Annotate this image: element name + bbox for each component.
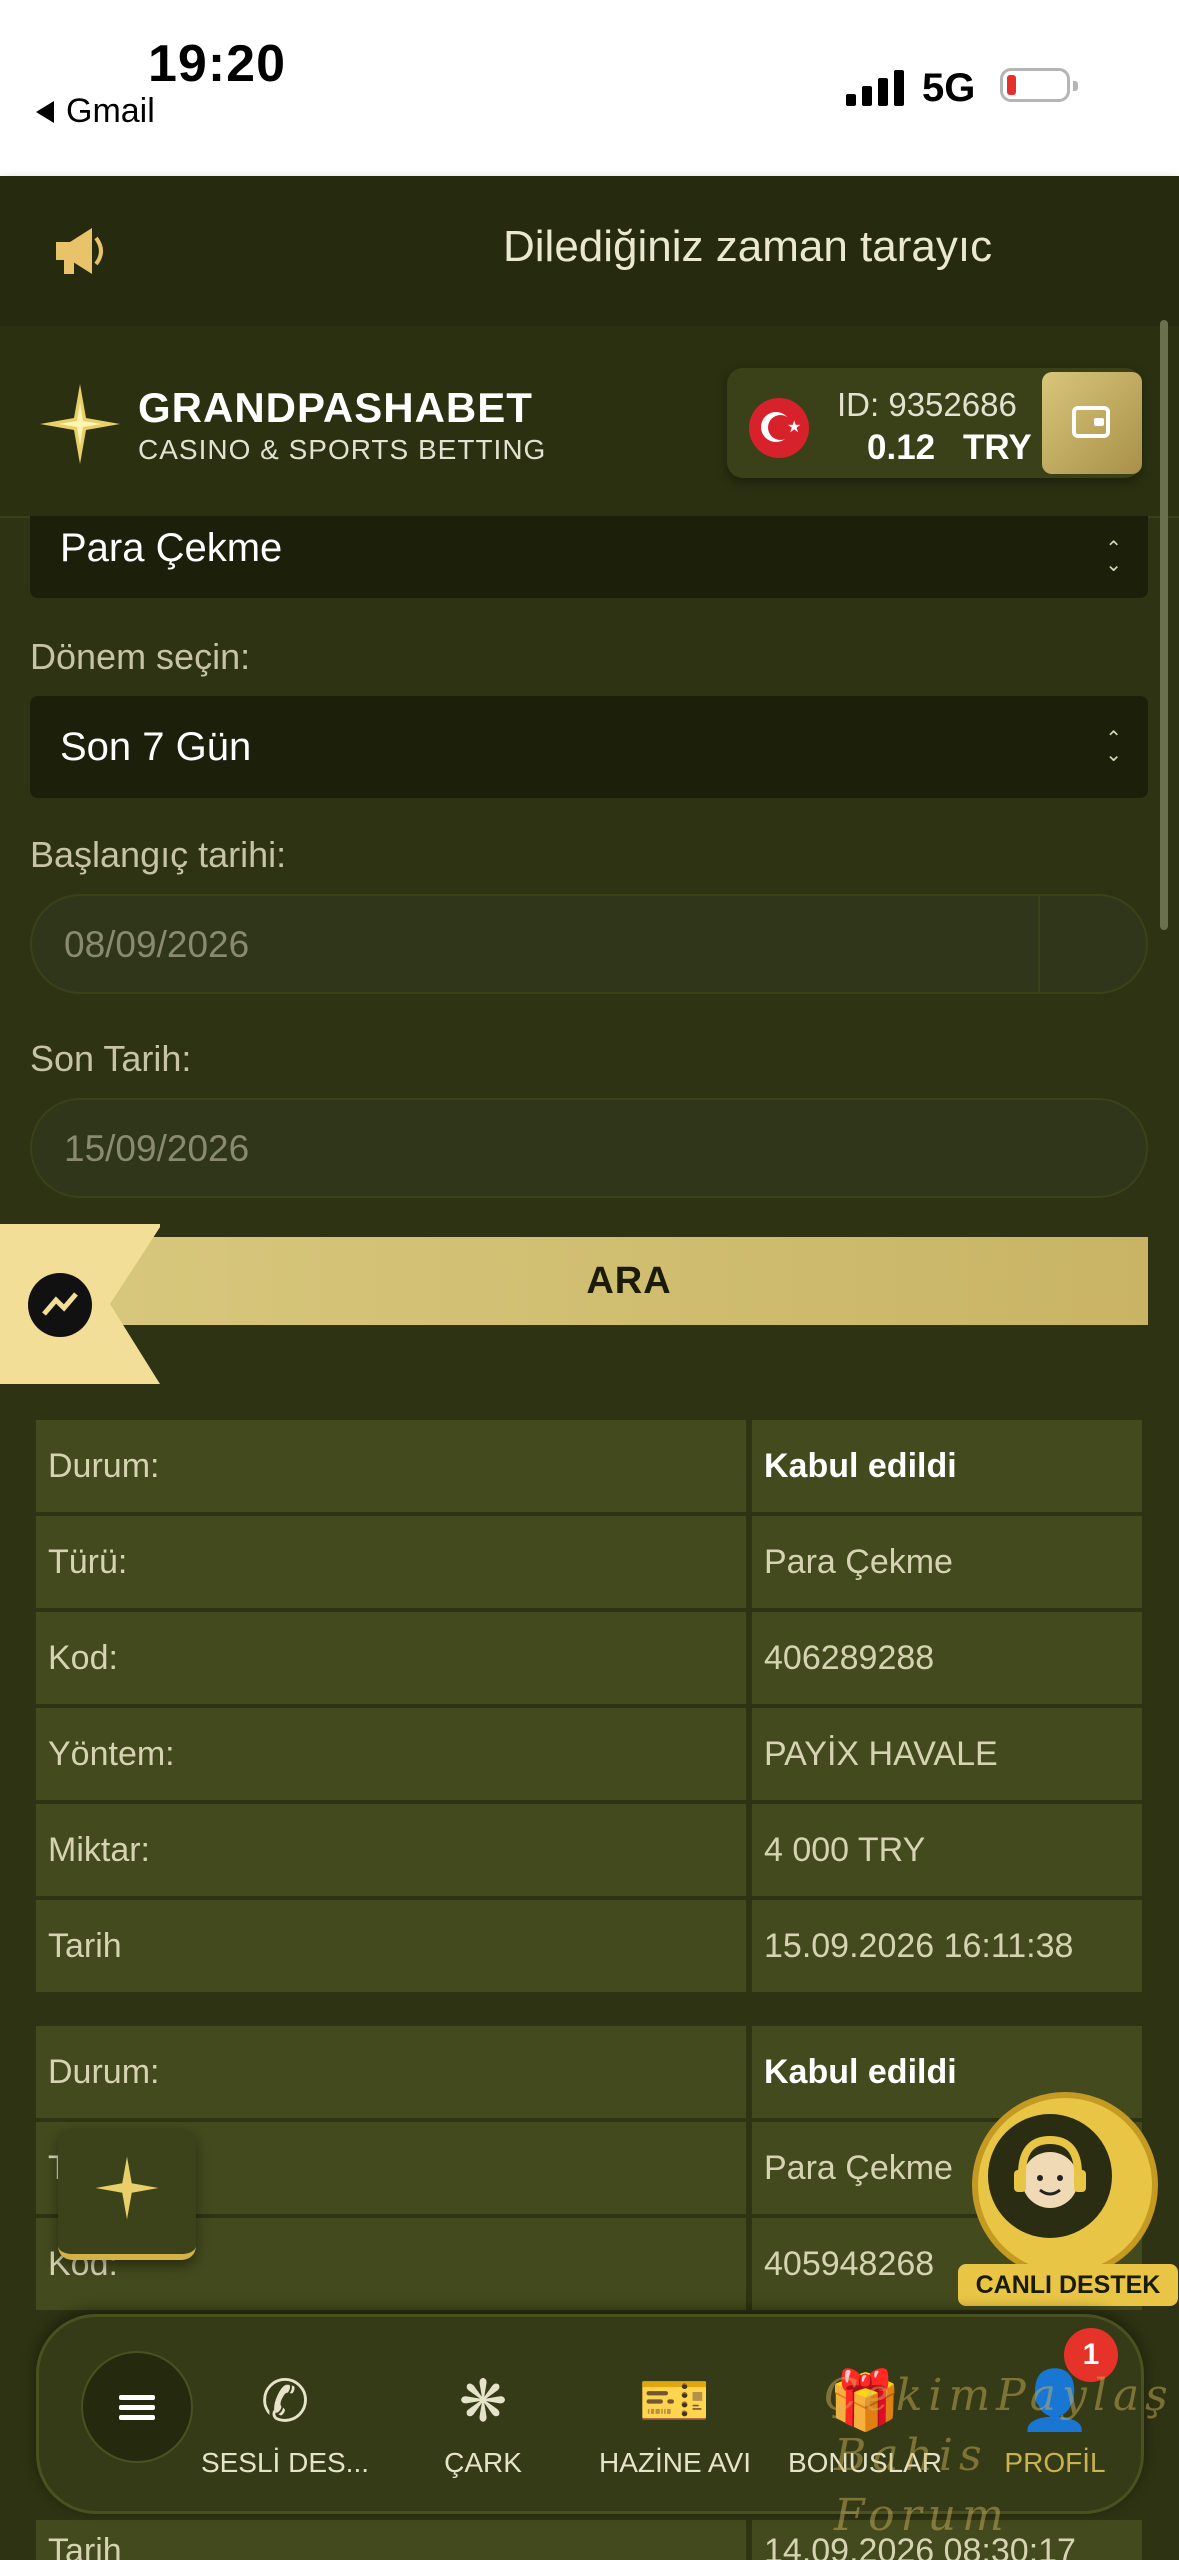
row-key: Miktar: [36, 1804, 746, 1896]
network-label: 5G [922, 66, 976, 110]
select-chevrons-icon: ⌃ ⌄ [1105, 538, 1122, 576]
table-row: Miktar: 4 000 TRY [36, 1804, 1142, 1896]
transaction-type-select[interactable]: Para Çekme ⌃ ⌄ [30, 516, 1148, 598]
messenger-tab[interactable] [0, 1224, 160, 1386]
nav-item-voice-support[interactable]: ✆ SESLİ DES... [195, 2361, 375, 2479]
row-value: PAYİX HAVALE [752, 1708, 1142, 1800]
status-bar: 19:20 Gmail 5G [0, 0, 1179, 176]
table-row: Türü: Para Çekme [36, 1516, 1142, 1608]
wheel-icon: ❋ [458, 2369, 508, 2434]
row-key: Tarih [36, 2520, 746, 2560]
headset-agent-icon [1014, 2135, 1086, 2208]
account-balance-panel[interactable]: ★ ID: 9352686 0.12 TRY [727, 368, 1142, 478]
battery-icon [1000, 68, 1078, 102]
signal-icon [846, 66, 904, 106]
table-row: Kod: 406289288 [36, 1612, 1142, 1704]
floating-star-button[interactable] [58, 2128, 196, 2260]
logo-star-icon[interactable] [38, 382, 122, 466]
watermark-line-2: Bahis Forum [834, 2430, 1010, 2541]
nav-item-wheel[interactable]: ❋ ÇARK [393, 2361, 573, 2479]
announcement-text: Dilediğiniz zaman tarayıc [503, 222, 993, 271]
back-arrow-icon [36, 100, 54, 123]
back-app-label: Gmail [66, 92, 155, 130]
row-key: Türü: [36, 1516, 746, 1608]
megaphone-icon [56, 228, 103, 274]
row-key: Yöntem: [36, 1708, 746, 1800]
row-value: 4 000 TRY [752, 1804, 1142, 1896]
wallet-icon [1072, 406, 1110, 438]
balance-amount: 0.12 [867, 428, 936, 467]
clock: 19:20 [148, 35, 286, 93]
announcement-bar: Dilediğiniz zaman tarayıc [0, 176, 1179, 326]
logo-star-icon [95, 2156, 159, 2220]
phone-icon: ✆ [260, 2369, 310, 2434]
end-date-label: Son Tarih: [30, 1038, 192, 1079]
table-row: Yöntem: PAYİX HAVALE [36, 1708, 1142, 1800]
brand-tagline: CASINO & SPORTS BETTING [138, 434, 547, 465]
nav-item-treasure-hunt[interactable]: 🎫 HAZİNE AVI [585, 2361, 765, 2479]
treasure-ticket-icon: 🎫 [638, 2368, 712, 2433]
live-support-label: CANLI DESTEK [958, 2264, 1178, 2306]
balance-currency: TRY [963, 428, 1032, 467]
nav-item-label: HAZİNE AVI [599, 2447, 751, 2478]
row-key: Durum: [36, 2026, 746, 2118]
row-value: Para Çekme [752, 1516, 1142, 1608]
table-row: Tarih 15.09.2026 16:11:38 [36, 1900, 1142, 1992]
transaction-type-value: Para Çekme [60, 526, 283, 570]
period-label: Dönem seçin: [30, 636, 251, 677]
wallet-button[interactable] [1042, 372, 1142, 474]
period-select[interactable]: Son 7 Gün ⌃ ⌄ [30, 696, 1148, 798]
nav-item-label: SESLİ DES... [200, 2447, 370, 2478]
scrollbar[interactable] [1160, 320, 1168, 930]
end-date-value: 15/09/2026 [64, 1128, 250, 1169]
row-key: Tarih [36, 1900, 746, 1992]
search-button[interactable]: ARA [110, 1237, 1148, 1325]
menu-button[interactable] [81, 2351, 193, 2463]
period-value: Son 7 Gün [60, 725, 252, 769]
brand-name: GRANDPASHABET [138, 384, 533, 431]
start-date-label: Başlangıç tarihi: [30, 834, 287, 875]
row-key: Kod: [36, 1612, 746, 1704]
row-value: 15.09.2026 16:11:38 [752, 1900, 1142, 1992]
account-id: ID: 9352686 [837, 386, 1017, 423]
site-header: GRANDPASHABET CASINO & SPORTS BETTING ★ … [0, 326, 1179, 518]
table-row: Durum: Kabul edildi [36, 1420, 1142, 1512]
row-value: Kabul edildi [752, 1420, 1142, 1512]
watermark: ÇekimPaylaş Bahis Forum [824, 2366, 1179, 2546]
turkey-flag-icon[interactable]: ★ [749, 398, 809, 458]
end-date-field[interactable]: 15/09/2026 [30, 1098, 1148, 1198]
brand-logo[interactable]: GRANDPASHABET CASINO & SPORTS BETTING [138, 384, 546, 466]
start-date-value: 08/09/2026 [64, 924, 250, 965]
live-support-button[interactable]: CANLI DESTEK [958, 2092, 1178, 2312]
watermark-line-1: ÇekimPaylaş [824, 2370, 1174, 2421]
back-to-gmail[interactable]: Gmail [36, 92, 155, 131]
nav-item-label: ÇARK [444, 2447, 522, 2478]
row-value: 406289288 [752, 1612, 1142, 1704]
select-chevrons-icon: ⌃ ⌄ [1105, 728, 1122, 766]
start-date-field[interactable]: 08/09/2026 [30, 894, 1148, 994]
row-key: Durum: [36, 1420, 746, 1512]
